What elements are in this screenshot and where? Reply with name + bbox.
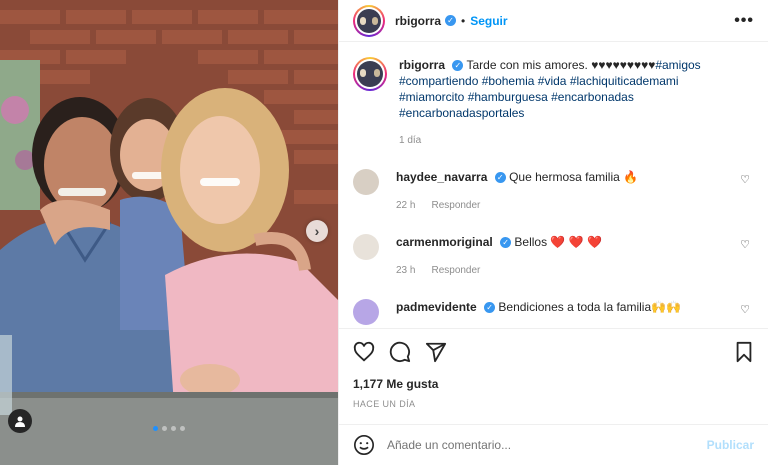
family-photo-illustration [0, 0, 338, 465]
caption-author-avatar[interactable] [353, 57, 387, 91]
commenter-avatar[interactable] [353, 169, 379, 195]
comments-list[interactable]: rbigorra ✓ Tarde con mis amores. ♥♥♥♥♥♥♥… [339, 43, 768, 328]
commenter-username[interactable]: padmevidente [396, 300, 477, 314]
reply-button[interactable]: Responder [431, 263, 480, 279]
caption-username[interactable]: rbigorra [399, 58, 445, 72]
comment-item: haydee_navarra ✓ Que hermosa familia 🔥 2… [353, 169, 754, 214]
hashtag-link[interactable]: #lachiquiticademami [570, 74, 679, 88]
carousel-dot [171, 426, 176, 431]
verified-badge-icon: ✓ [494, 172, 506, 184]
post-header: rbigorra ✓ • Seguir ••• [339, 0, 768, 42]
comment-like-icon[interactable]: ♡ [740, 173, 750, 186]
carousel-dot [162, 426, 167, 431]
heart-icon[interactable] [353, 341, 375, 363]
comment-like-icon[interactable]: ♡ [740, 303, 750, 316]
emoji-icon[interactable] [353, 434, 375, 456]
add-comment-bar: Publicar [339, 424, 768, 465]
post-details-pane: rbigorra ✓ • Seguir ••• rbigorra ✓ Tarde… [338, 0, 768, 465]
verified-badge-icon: ✓ [452, 60, 464, 72]
hashtag-link[interactable]: #bohemia [482, 74, 535, 88]
verified-badge-icon: ✓ [445, 15, 457, 26]
caption-text: Tarde con mis amores. ♥♥♥♥♥♥♥♥♥ [466, 58, 656, 72]
comment-item: carmenmoriginal ✓ Bellos ❤️ ❤️ ❤️ 23 h R… [353, 234, 754, 279]
comment-text: Bendiciones a toda la familia🙌🙌 [498, 300, 682, 314]
commenter-avatar[interactable] [353, 234, 379, 260]
comment-item: padmevidente ✓ Bendiciones a toda la fam… [353, 299, 754, 325]
comment-text: Bellos ❤️ ❤️ ❤️ [514, 235, 602, 249]
carousel-next-button[interactable]: › [306, 220, 328, 242]
separator-dot: • [461, 13, 466, 28]
hashtag-link[interactable]: #vida [538, 74, 567, 88]
follow-button[interactable]: Seguir [470, 14, 507, 28]
hashtag-link[interactable]: #hamburguesa [468, 90, 548, 104]
author-avatar[interactable] [353, 4, 385, 37]
post-timestamp[interactable]: HACE UN DÍA [353, 399, 754, 409]
verified-badge-icon: ✓ [484, 302, 496, 314]
hashtag-link[interactable]: #encarbonadas [551, 90, 634, 104]
post-photo[interactable]: › [0, 0, 338, 465]
commenter-username[interactable]: carmenmoriginal [396, 235, 493, 249]
carousel-dot [153, 426, 158, 431]
likes-count[interactable]: 1,177 Me gusta [353, 377, 754, 391]
chevron-right-icon: › [314, 223, 320, 239]
hashtag-link[interactable]: #compartiendo [399, 74, 478, 88]
more-options-icon[interactable]: ••• [734, 12, 754, 30]
carousel-dot [180, 426, 185, 431]
verified-badge-icon: ✓ [500, 237, 512, 249]
caption-timestamp[interactable]: 1 día [399, 133, 729, 149]
hashtag-link[interactable]: #miamorcito [399, 90, 464, 104]
author-username[interactable]: rbigorra [395, 14, 441, 28]
commenter-username[interactable]: haydee_navarra [396, 170, 487, 184]
carousel-indicator [0, 426, 338, 431]
comment-time[interactable]: 23 h [396, 263, 415, 279]
hashtag-link[interactable]: #amigos [655, 58, 700, 72]
comment-text: Que hermosa familia 🔥 [509, 170, 639, 184]
post-actions: 1,177 Me gusta HACE UN DÍA [339, 328, 768, 409]
share-icon[interactable] [425, 341, 447, 363]
publish-button[interactable]: Publicar [707, 438, 754, 452]
post-caption: rbigorra ✓ Tarde con mis amores. ♥♥♥♥♥♥♥… [353, 57, 754, 149]
comment-time[interactable]: 22 h [396, 198, 415, 214]
comment-like-icon[interactable]: ♡ [740, 238, 750, 251]
reply-button[interactable]: Responder [431, 198, 480, 214]
commenter-avatar[interactable] [353, 299, 379, 325]
comment-input[interactable] [387, 438, 707, 452]
comment-icon[interactable] [389, 341, 411, 363]
hashtag-link[interactable]: #encarbonadasportales [399, 106, 524, 120]
bookmark-icon[interactable] [734, 341, 754, 363]
